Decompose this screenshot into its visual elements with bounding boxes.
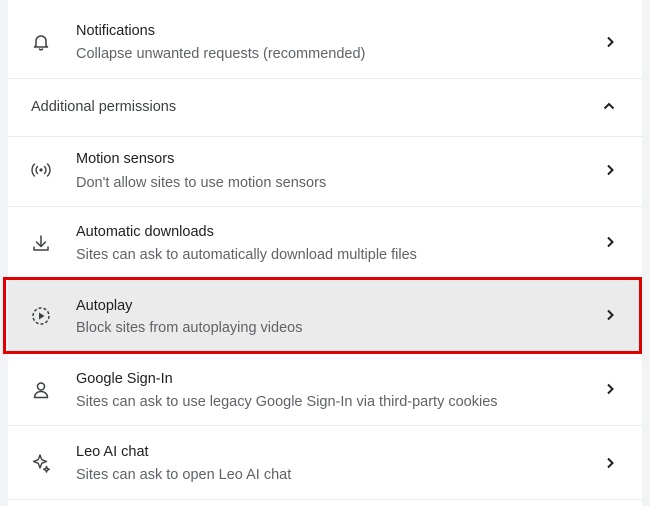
permission-title: Automatic downloads — [76, 224, 214, 240]
permission-row-automatic-downloads[interactable]: Automatic downloads Sites can ask to aut… — [8, 207, 642, 279]
sparkle-icon — [30, 452, 52, 474]
permission-description: Sites can ask to automatically download … — [76, 247, 417, 263]
chevron-right-icon — [604, 236, 616, 248]
site-permissions-panel: Notifications Collapse unwanted requests… — [8, 0, 642, 506]
chevron-right-icon — [604, 309, 616, 321]
permission-title: Autoplay — [76, 298, 133, 314]
download-icon — [30, 232, 52, 254]
permission-row-leo-ai-chat[interactable]: Leo AI chat Sites can ask to open Leo AI… — [8, 426, 642, 500]
permission-description: Block sites from autoplaying videos — [76, 320, 303, 336]
chevron-right-icon — [604, 383, 616, 395]
permission-title: Google Sign-In — [76, 371, 173, 387]
permission-title: Leo AI chat — [76, 444, 149, 460]
permission-title: Motion sensors — [76, 151, 175, 167]
bell-icon — [30, 31, 52, 53]
permission-row-autoplay[interactable]: Autoplay Block sites from autoplaying vi… — [8, 279, 642, 352]
chevron-right-icon — [604, 36, 616, 48]
permission-description: Sites can ask to open Leo AI chat — [76, 467, 292, 483]
section-label: Additional permissions — [31, 99, 177, 115]
chevron-right-icon — [604, 164, 616, 176]
chevron-right-icon — [604, 457, 616, 469]
permission-description: Sites can ask to use legacy Google Sign-… — [76, 394, 498, 410]
permission-row-notifications[interactable]: Notifications Collapse unwanted requests… — [8, 0, 642, 79]
permission-row-google-sign-in[interactable]: Google Sign-In Sites can ask to use lega… — [8, 352, 642, 426]
motion-sensor-icon — [30, 159, 52, 181]
additional-permissions-header[interactable]: Additional permissions — [8, 79, 642, 137]
chevron-up-icon[interactable] — [602, 99, 616, 113]
permission-description: Collapse unwanted requests (recommended) — [76, 46, 366, 62]
permission-description: Don't allow sites to use motion sensors — [76, 175, 327, 191]
autoplay-icon — [30, 305, 52, 327]
person-icon — [30, 379, 52, 401]
permission-title: Notifications — [76, 23, 155, 39]
permission-row-motion-sensors[interactable]: Motion sensors Don't allow sites to use … — [8, 137, 642, 207]
